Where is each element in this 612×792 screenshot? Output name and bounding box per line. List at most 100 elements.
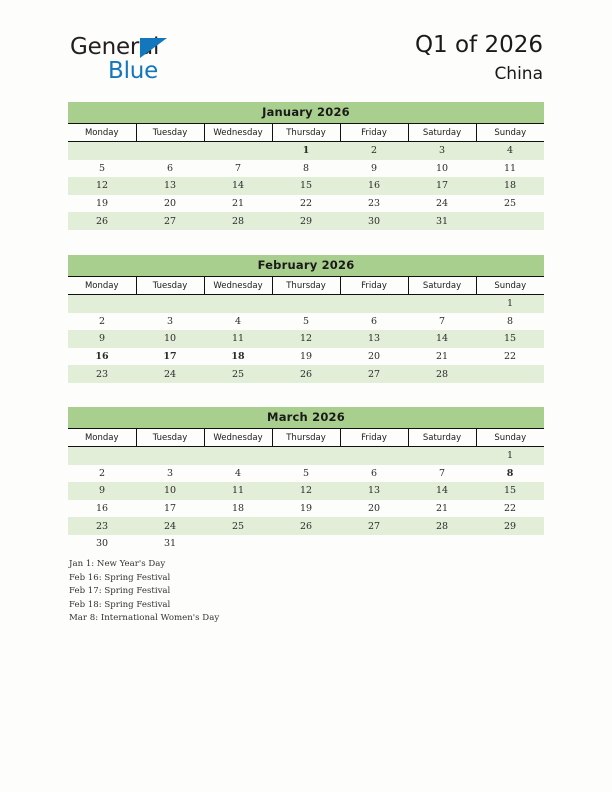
day-cell[interactable]: 30 xyxy=(340,212,408,230)
day-cell[interactable]: 8 xyxy=(476,465,544,483)
day-cell[interactable]: 21 xyxy=(204,195,272,213)
day-cell[interactable]: 26 xyxy=(272,365,340,383)
day-cell[interactable]: 27 xyxy=(340,365,408,383)
day-cell[interactable]: 15 xyxy=(476,330,544,348)
day-cell[interactable]: 14 xyxy=(408,482,476,500)
day-cell[interactable]: 29 xyxy=(272,212,340,230)
day-cell[interactable]: 1 xyxy=(272,141,340,160)
day-cell[interactable]: 28 xyxy=(408,365,476,383)
weekday-header-monday: Monday xyxy=(68,123,137,142)
day-cell[interactable]: 18 xyxy=(476,177,544,195)
day-cell[interactable]: 22 xyxy=(476,500,544,518)
weekday-header-thursday: Thursday xyxy=(271,123,341,142)
day-cell[interactable]: 24 xyxy=(136,517,204,535)
day-cell[interactable]: 2 xyxy=(68,313,136,331)
day-cell[interactable]: 19 xyxy=(272,348,340,366)
day-cell[interactable]: 16 xyxy=(340,177,408,195)
day-cell[interactable]: 11 xyxy=(204,482,272,500)
day-cell[interactable]: 31 xyxy=(136,535,204,553)
day-cell[interactable]: 17 xyxy=(408,177,476,195)
day-cell[interactable]: 26 xyxy=(68,212,136,230)
weekday-header-row: Monday Tuesday Wednesday Thursday Friday Satu… xyxy=(68,428,544,447)
day-cell[interactable]: 22 xyxy=(272,195,340,213)
day-cell[interactable]: 17 xyxy=(136,348,204,366)
day-cell[interactable]: 29 xyxy=(476,517,544,535)
day-cell[interactable]: 9 xyxy=(340,160,408,178)
day-cell[interactable]: 27 xyxy=(136,212,204,230)
day-cell[interactable]: 20 xyxy=(136,195,204,213)
day-cell[interactable]: 24 xyxy=(408,195,476,213)
day-cell[interactable]: 11 xyxy=(204,330,272,348)
day-cell[interactable]: 13 xyxy=(340,330,408,348)
day-cell[interactable]: 16 xyxy=(68,348,136,366)
day-cell[interactable]: 1 xyxy=(476,446,544,465)
day-cell[interactable]: 5 xyxy=(272,465,340,483)
day-cell[interactable]: 14 xyxy=(204,177,272,195)
day-cell[interactable]: 4 xyxy=(204,465,272,483)
day-cell[interactable]: 26 xyxy=(272,517,340,535)
day-cell[interactable]: 6 xyxy=(340,313,408,331)
day-cell[interactable]: 18 xyxy=(204,500,272,518)
week-row: 23 24 25 26 27 28 29 xyxy=(68,517,544,535)
day-cell[interactable]: 25 xyxy=(204,517,272,535)
day-cell[interactable]: 30 xyxy=(68,535,136,553)
day-cell[interactable]: 12 xyxy=(272,482,340,500)
day-cell[interactable]: 25 xyxy=(476,195,544,213)
day-cell[interactable]: 7 xyxy=(408,465,476,483)
day-cell[interactable]: 6 xyxy=(340,465,408,483)
day-cell[interactable]: 12 xyxy=(272,330,340,348)
day-cell[interactable]: 28 xyxy=(204,212,272,230)
month-calendar-january: January 2026 Monday Tuesday Wednesday Thurs… xyxy=(68,102,544,230)
day-cell[interactable]: 31 xyxy=(408,212,476,230)
day-cell[interactable]: 13 xyxy=(340,482,408,500)
month-title: January 2026 xyxy=(68,102,544,123)
day-cell[interactable]: 15 xyxy=(272,177,340,195)
day-cell-empty xyxy=(272,294,340,313)
day-cell[interactable]: 19 xyxy=(272,500,340,518)
day-cell[interactable]: 9 xyxy=(68,482,136,500)
day-cell[interactable]: 2 xyxy=(68,465,136,483)
day-cell[interactable]: 7 xyxy=(408,313,476,331)
day-cell[interactable]: 23 xyxy=(340,195,408,213)
day-cell[interactable]: 28 xyxy=(408,517,476,535)
day-cell[interactable]: 6 xyxy=(136,160,204,178)
day-cell[interactable]: 10 xyxy=(408,160,476,178)
day-cell[interactable]: 18 xyxy=(204,348,272,366)
day-cell[interactable]: 3 xyxy=(136,313,204,331)
day-cell[interactable]: 23 xyxy=(68,517,136,535)
day-cell[interactable]: 27 xyxy=(340,517,408,535)
day-cell[interactable]: 21 xyxy=(408,500,476,518)
day-cell[interactable]: 4 xyxy=(204,313,272,331)
day-cell[interactable]: 24 xyxy=(136,365,204,383)
day-cell[interactable]: 23 xyxy=(68,365,136,383)
day-cell[interactable]: 15 xyxy=(476,482,544,500)
day-cell[interactable]: 22 xyxy=(476,348,544,366)
weekday-header-wednesday: Wednesday xyxy=(203,428,273,447)
day-cell[interactable]: 5 xyxy=(68,160,136,178)
day-cell[interactable]: 14 xyxy=(408,330,476,348)
day-cell[interactable]: 8 xyxy=(272,160,340,178)
day-cell[interactable]: 16 xyxy=(68,500,136,518)
day-cell[interactable]: 9 xyxy=(68,330,136,348)
day-cell-empty xyxy=(204,446,272,465)
day-cell[interactable]: 25 xyxy=(204,365,272,383)
day-cell[interactable]: 3 xyxy=(408,141,476,160)
day-cell[interactable]: 13 xyxy=(136,177,204,195)
day-cell[interactable]: 2 xyxy=(340,141,408,160)
day-cell[interactable]: 1 xyxy=(476,294,544,313)
day-cell[interactable]: 7 xyxy=(204,160,272,178)
page-subtitle: China xyxy=(494,64,543,84)
day-cell[interactable]: 8 xyxy=(476,313,544,331)
day-cell[interactable]: 11 xyxy=(476,160,544,178)
day-cell[interactable]: 5 xyxy=(272,313,340,331)
day-cell[interactable]: 12 xyxy=(68,177,136,195)
day-cell[interactable]: 10 xyxy=(136,330,204,348)
day-cell[interactable]: 4 xyxy=(476,141,544,160)
day-cell[interactable]: 10 xyxy=(136,482,204,500)
day-cell[interactable]: 3 xyxy=(136,465,204,483)
day-cell[interactable]: 20 xyxy=(340,500,408,518)
day-cell[interactable]: 17 xyxy=(136,500,204,518)
day-cell[interactable]: 19 xyxy=(68,195,136,213)
day-cell[interactable]: 20 xyxy=(340,348,408,366)
day-cell[interactable]: 21 xyxy=(408,348,476,366)
